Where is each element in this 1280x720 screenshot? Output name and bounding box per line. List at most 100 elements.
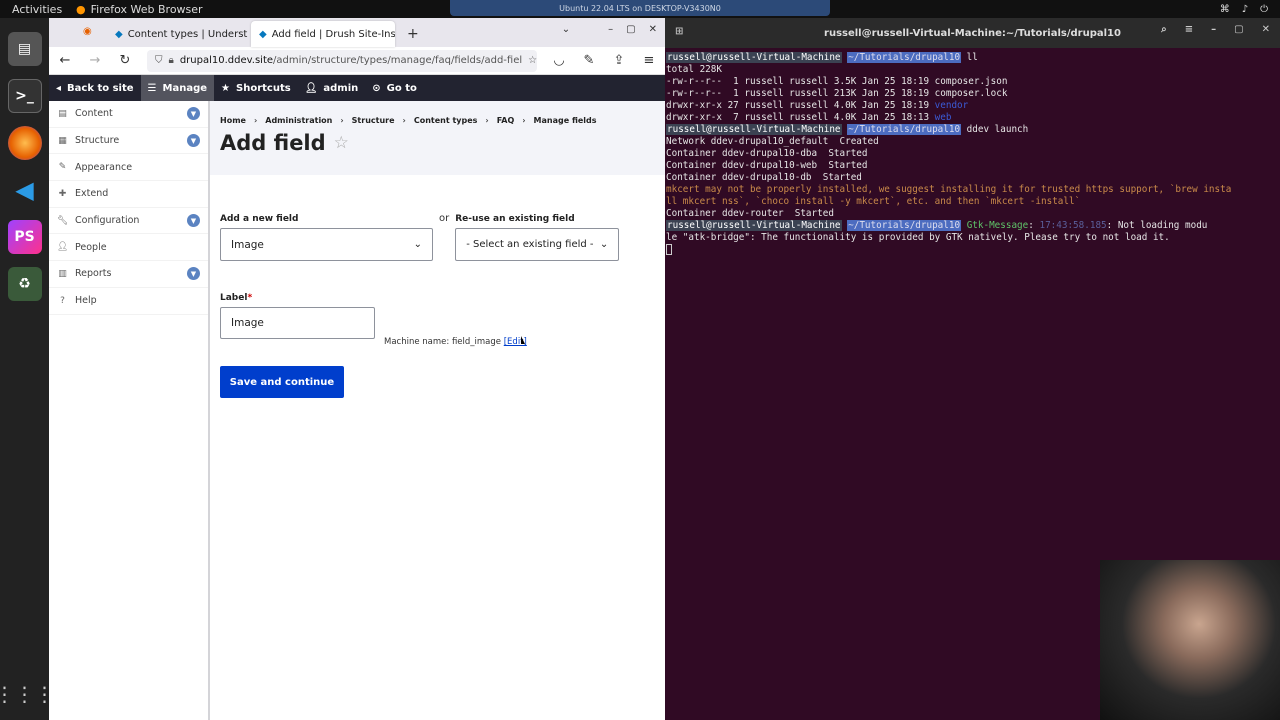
prompt-command: ll xyxy=(961,52,978,63)
extensions-icon[interactable]: ✎ xyxy=(581,53,597,68)
new-field-type-select[interactable]: Image ⌄ xyxy=(220,228,433,261)
menu-icon[interactable]: ≡ xyxy=(1185,24,1193,35)
label-input[interactable]: Image xyxy=(220,307,375,339)
tray-item-structure[interactable]: ▦ Structure ▼ xyxy=(49,128,208,155)
power-icon[interactable]: ⏻ xyxy=(1260,4,1268,15)
chevron-down-icon[interactable]: ▼ xyxy=(187,214,200,228)
shortcuts-tab[interactable]: ★ Shortcuts xyxy=(214,75,298,101)
tray-item-label: Reports xyxy=(75,268,112,280)
activities-button[interactable]: Activities xyxy=(0,3,70,16)
phpstorm-icon[interactable]: PS xyxy=(7,220,42,254)
prompt-user: russell@russell-Virtual-Machine xyxy=(666,52,842,63)
goto-tab[interactable]: ⊙ Go to xyxy=(365,75,424,101)
prompt-path: ~/Tutorials/drupal10 xyxy=(847,220,962,231)
breadcrumb-separator: › xyxy=(485,116,489,125)
maximize-icon[interactable]: ▢ xyxy=(1234,24,1243,35)
maximize-icon[interactable]: ▢ xyxy=(626,24,635,35)
tray-item-appearance[interactable]: ✎ Appearance xyxy=(49,154,208,182)
tab-content-types[interactable]: ◆ Content types | Underst xyxy=(107,21,251,47)
pocket-icon[interactable]: ◡ xyxy=(551,53,567,68)
breadcrumb-home[interactable]: Home xyxy=(220,116,246,125)
prompt-user: russell@russell-Virtual-Machine xyxy=(666,220,842,231)
machine-name: Machine name: field_image [Edit] xyxy=(384,337,527,347)
url-bar[interactable]: ⛉ 🔒︎ drupal10.ddev.site/admin/structure/… xyxy=(147,49,537,72)
star-icon: ★ xyxy=(221,82,230,94)
breadcrumb-content-types[interactable]: Content types xyxy=(414,116,478,125)
terminal-cursor xyxy=(666,244,1280,256)
minimize-icon[interactable]: – xyxy=(1211,24,1216,35)
firefox-view-icon[interactable]: ◉ xyxy=(83,26,92,37)
breadcrumb-structure[interactable]: Structure xyxy=(352,116,395,125)
share-icon[interactable]: ⇪ xyxy=(611,53,627,68)
tray-item-help[interactable]: ? Help xyxy=(49,288,208,315)
label-field-group: Label* Image xyxy=(220,293,375,339)
shield-icon[interactable]: ⛉ xyxy=(155,55,163,66)
forward-icon[interactable]: → xyxy=(87,53,103,68)
new-tab-icon[interactable]: ⊞ xyxy=(675,26,683,37)
close-window-icon[interactable]: ✕ xyxy=(649,24,657,35)
vscode-icon[interactable]: ◀ xyxy=(8,173,42,207)
breadcrumb-administration[interactable]: Administration xyxy=(265,116,332,125)
warning-text: ll mkcert nss`, `choco install -y mkcert… xyxy=(666,196,1081,207)
app-menu[interactable]: ● Firefox Web Browser xyxy=(76,3,203,16)
goto-icon: ⊙ xyxy=(372,82,381,94)
configuration-icon: 🔧︎ xyxy=(57,215,69,226)
trash-icon[interactable]: ♻ xyxy=(7,267,42,301)
files-icon[interactable]: ▤ xyxy=(7,32,42,66)
tray-item-content[interactable]: ▤ Content ▼ xyxy=(49,101,208,128)
terminal-text: Network ddev-drupal10_default Created xyxy=(666,136,879,147)
tab-list-icon[interactable]: ⌄ xyxy=(562,24,570,35)
network-icon[interactable]: ⌘ xyxy=(1220,4,1230,15)
search-icon[interactable]: ⌕ xyxy=(1161,24,1167,35)
bookmark-star-icon[interactable]: ☆ xyxy=(528,55,537,66)
shortcut-star-icon[interactable]: ☆ xyxy=(334,133,349,153)
terminal-line: russell@russell-Virtual-Machine ~/Tutori… xyxy=(666,52,1280,64)
tray-item-label: Extend xyxy=(75,188,109,200)
system-tray[interactable]: ⌘ ♪ ⏻ xyxy=(1220,0,1268,18)
terminal-line: -rw-r--r-- 1 russell russell 3.5K Jan 25… xyxy=(666,76,1280,88)
drupal-favicon: ◆ xyxy=(115,28,123,40)
user-tab[interactable]: 👤︎ admin xyxy=(298,75,366,101)
minimize-icon[interactable]: – xyxy=(608,24,613,35)
terminal-line: Container ddev-drupal10-dba Started xyxy=(666,148,1280,160)
chevron-down-icon[interactable]: ▼ xyxy=(187,134,200,148)
breadcrumb-manage-fields[interactable]: Manage fields xyxy=(534,116,597,125)
vm-connection-bar[interactable]: Ubuntu 22.04 LTS on DESKTOP-V3430N0 xyxy=(450,0,830,16)
chevron-down-icon[interactable]: ▼ xyxy=(187,267,200,281)
close-icon[interactable]: ✕ xyxy=(1262,24,1270,35)
breadcrumb-faq[interactable]: FAQ xyxy=(497,116,515,125)
tab-add-field[interactable]: ◆ Add field | Drush Site-Ins ✕ xyxy=(251,21,395,47)
back-to-site-link[interactable]: ◂ Back to site xyxy=(49,75,141,101)
tray-item-people[interactable]: 👤︎ People xyxy=(49,234,208,262)
terminal-output[interactable]: russell@russell-Virtual-Machine ~/Tutori… xyxy=(665,48,1280,256)
terminal-icon[interactable]: >_ xyxy=(7,79,42,113)
menu-icon[interactable]: ≡ xyxy=(641,53,657,68)
tray-item-reports[interactable]: ▥ Reports ▼ xyxy=(49,261,208,288)
tab-label: Add field | Drush Site-Ins xyxy=(271,28,395,40)
breadcrumb-separator: › xyxy=(522,116,526,125)
save-and-continue-button[interactable]: Save and continue xyxy=(220,366,344,398)
directory-name: web xyxy=(934,112,952,123)
terminal-text: drwxr-xr-x 7 russell russell 4.0K Jan 25… xyxy=(666,112,935,123)
manage-tab[interactable]: ☰ Manage xyxy=(140,75,215,101)
terminal-text: : Not loading modu xyxy=(1106,220,1208,231)
terminal-text: drwxr-xr-x 27 russell russell 4.0K Jan 2… xyxy=(666,100,935,111)
reload-icon[interactable]: ↻ xyxy=(117,53,133,68)
terminal-line: mkcert may not be properly installed, we… xyxy=(666,184,1280,196)
tray-item-label: Configuration xyxy=(75,215,140,227)
chevron-down-icon[interactable]: ▼ xyxy=(187,107,200,121)
app-grid-icon[interactable]: ⋮⋮⋮ xyxy=(0,682,55,706)
new-tab-button[interactable]: + xyxy=(395,21,431,47)
back-icon[interactable]: ← xyxy=(57,53,73,68)
firefox-dock-icon[interactable] xyxy=(7,126,42,160)
help-icon: ? xyxy=(60,295,65,306)
prompt-path: ~/Tutorials/drupal10 xyxy=(847,52,962,63)
lock-icon[interactable]: 🔒︎ xyxy=(169,55,174,66)
volume-icon[interactable]: ♪ xyxy=(1242,4,1248,15)
tray-item-extend[interactable]: ✚ Extend xyxy=(49,181,208,208)
terminal-line: russell@russell-Virtual-Machine ~/Tutori… xyxy=(666,124,1280,136)
extend-icon: ✚ xyxy=(58,188,67,199)
tray-item-configuration[interactable]: 🔧︎ Configuration ▼ xyxy=(49,208,208,235)
app-name: Firefox Web Browser xyxy=(90,2,203,16)
existing-field-select[interactable]: - Select an existing field - ⌄ xyxy=(455,228,620,261)
